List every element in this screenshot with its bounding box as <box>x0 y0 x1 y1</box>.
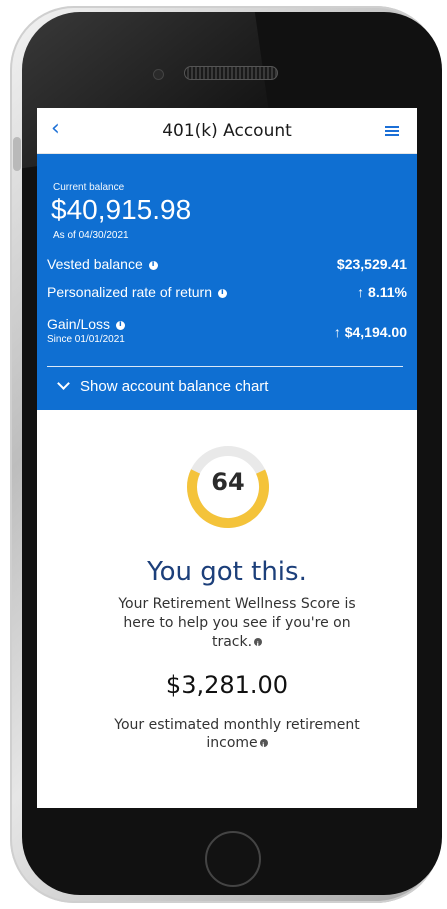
wellness-description: Your Retirement Wellness Score is here t… <box>117 595 357 655</box>
rate-of-return-value: ↑ 8.11% <box>357 284 407 300</box>
info-icon[interactable] <box>148 259 158 270</box>
wellness-section: 64 You got this. Your Retirement Wellnes… <box>37 410 417 808</box>
info-icon[interactable] <box>259 737 268 755</box>
wellness-score-value: 64 <box>211 468 245 496</box>
show-chart-toggle[interactable]: Show account balance chart <box>57 377 269 395</box>
monthly-income-value: $3,281.00 <box>165 671 289 699</box>
gain-loss-since: Since 01/01/2021 <box>47 334 125 345</box>
gain-loss-label: Gain/Loss <box>47 316 111 332</box>
hamburger-menu-icon[interactable] <box>385 126 399 138</box>
side-button <box>13 137 21 171</box>
show-chart-label: Show account balance chart <box>80 378 269 395</box>
gain-loss-value: ↑ $4,194.00 <box>333 324 407 340</box>
info-icon[interactable] <box>116 319 126 330</box>
monthly-income-label: Your estimated monthly retirement income <box>107 716 367 755</box>
as-of-date: As of 04/30/2021 <box>53 230 129 241</box>
vested-balance-value: $23,529.41 <box>336 256 407 272</box>
top-nav-bar: ‹ 401(k) Account <box>37 108 417 154</box>
divider <box>47 366 403 367</box>
chevron-down-icon <box>57 377 70 390</box>
current-balance-value: $40,915.98 <box>51 194 192 225</box>
page-title: 401(k) Account <box>162 121 292 141</box>
current-balance-label: Current balance <box>53 182 125 193</box>
earpiece-speaker <box>184 66 278 80</box>
info-icon[interactable] <box>217 287 227 298</box>
info-icon[interactable] <box>254 636 263 655</box>
vested-balance-label: Vested balance <box>47 256 143 272</box>
home-button[interactable] <box>205 831 261 887</box>
rate-of-return-label: Personalized rate of return <box>47 284 212 300</box>
front-camera <box>153 69 164 80</box>
balance-panel: Current balance $40,915.98 As of 04/30/2… <box>37 154 417 410</box>
wellness-headline: You got this. <box>147 557 307 587</box>
app-screen: ‹ 401(k) Account Current balance $40,915… <box>37 108 417 808</box>
